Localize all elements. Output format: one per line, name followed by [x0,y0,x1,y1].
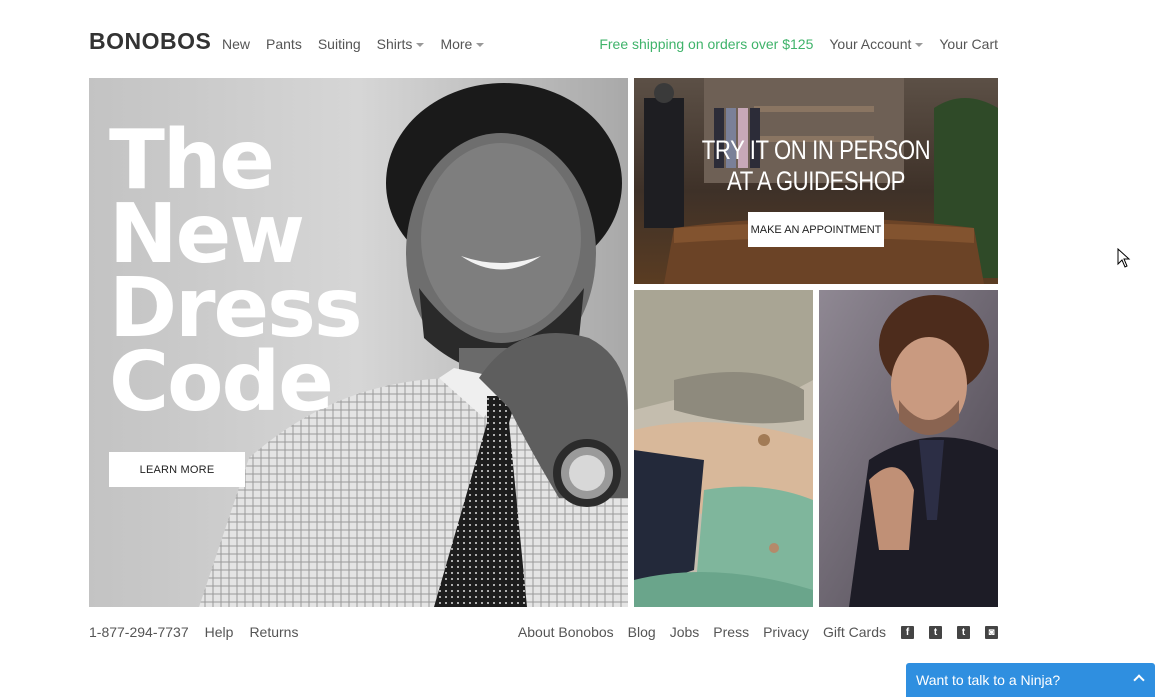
pants-tile[interactable] [634,290,813,607]
nav-more[interactable]: More [440,36,485,52]
twitter-icon[interactable]: t [929,625,942,639]
hero-headline: The New Dress Code [109,120,363,430]
help-link[interactable]: Help [205,624,234,640]
free-shipping-promo[interactable]: Free shipping on orders over $125 [599,36,813,52]
chevron-down-icon [915,43,924,47]
folded-pants-photo [634,290,813,607]
blog-link[interactable]: Blog [628,624,656,640]
suiting-tile[interactable] [819,290,998,607]
nav-new-label: New [222,36,251,52]
make-appointment-button[interactable]: MAKE AN APPOINTMENT [748,212,884,247]
chat-widget[interactable]: Want to talk to a Ninja? [906,663,1155,697]
jobs-link[interactable]: Jobs [670,624,700,640]
chevron-down-icon [416,43,425,47]
facebook-icon[interactable]: f [901,625,914,639]
guideshop-headline-line2: AT A GUIDESHOP [726,166,905,196]
nav-suiting[interactable]: Suiting [318,36,361,52]
hero-headline-line: Code [109,335,334,430]
learn-more-button[interactable]: LEARN MORE [109,452,245,487]
tumblr-icon[interactable]: t [957,625,970,639]
gift-cards-link[interactable]: Gift Cards [823,624,886,640]
main-nav: New Pants Suiting Shirts More [222,36,500,52]
returns-link[interactable]: Returns [249,624,298,640]
hero-banner[interactable]: The New Dress Code LEARN MORE [89,78,628,607]
nav-more-label: More [440,36,473,52]
your-account-label: Your Account [829,36,912,52]
nav-pants-label: Pants [266,36,302,52]
chevron-down-icon [476,43,485,47]
footer-links: About Bonobos Blog Jobs Press Privacy Gi… [504,624,998,640]
instagram-icon[interactable]: ◙ [985,625,998,639]
site-header: BONOBOS New Pants Suiting Shirts More Fr… [89,28,998,60]
nav-new[interactable]: New [222,36,250,52]
privacy-link[interactable]: Privacy [763,624,809,640]
chat-label: Want to talk to a Ninja? [916,672,1061,688]
header-utility: Free shipping on orders over $125 Your A… [599,36,998,52]
phone-number[interactable]: 1-877-294-7737 [89,624,189,640]
about-bonobos-link[interactable]: About Bonobos [518,624,614,640]
your-cart-link[interactable]: Your Cart [939,36,998,52]
man-in-suit-photo [819,290,998,607]
your-account-menu[interactable]: Your Account [829,36,924,52]
guideshop-headline: TRY IT ON IN PERSON AT A GUIDESHOP [667,135,965,197]
chevron-up-icon[interactable] [1133,674,1145,686]
nav-shirts[interactable]: Shirts [377,36,425,52]
bonobos-logo[interactable]: BONOBOS [89,28,211,54]
guideshop-headline-line1: TRY IT ON IN PERSON [701,135,931,165]
mouse-pointer-icon [1117,248,1131,268]
guideshop-tile[interactable]: TRY IT ON IN PERSON AT A GUIDESHOP MAKE … [634,78,998,284]
nav-shirts-label: Shirts [376,36,413,52]
press-link[interactable]: Press [713,624,749,640]
nav-suiting-label: Suiting [317,36,361,52]
footer-contact: 1-877-294-7737 Help Returns [89,624,314,640]
nav-pants[interactable]: Pants [266,36,302,52]
site-footer: 1-877-294-7737 Help Returns About Bonobo… [89,624,998,644]
